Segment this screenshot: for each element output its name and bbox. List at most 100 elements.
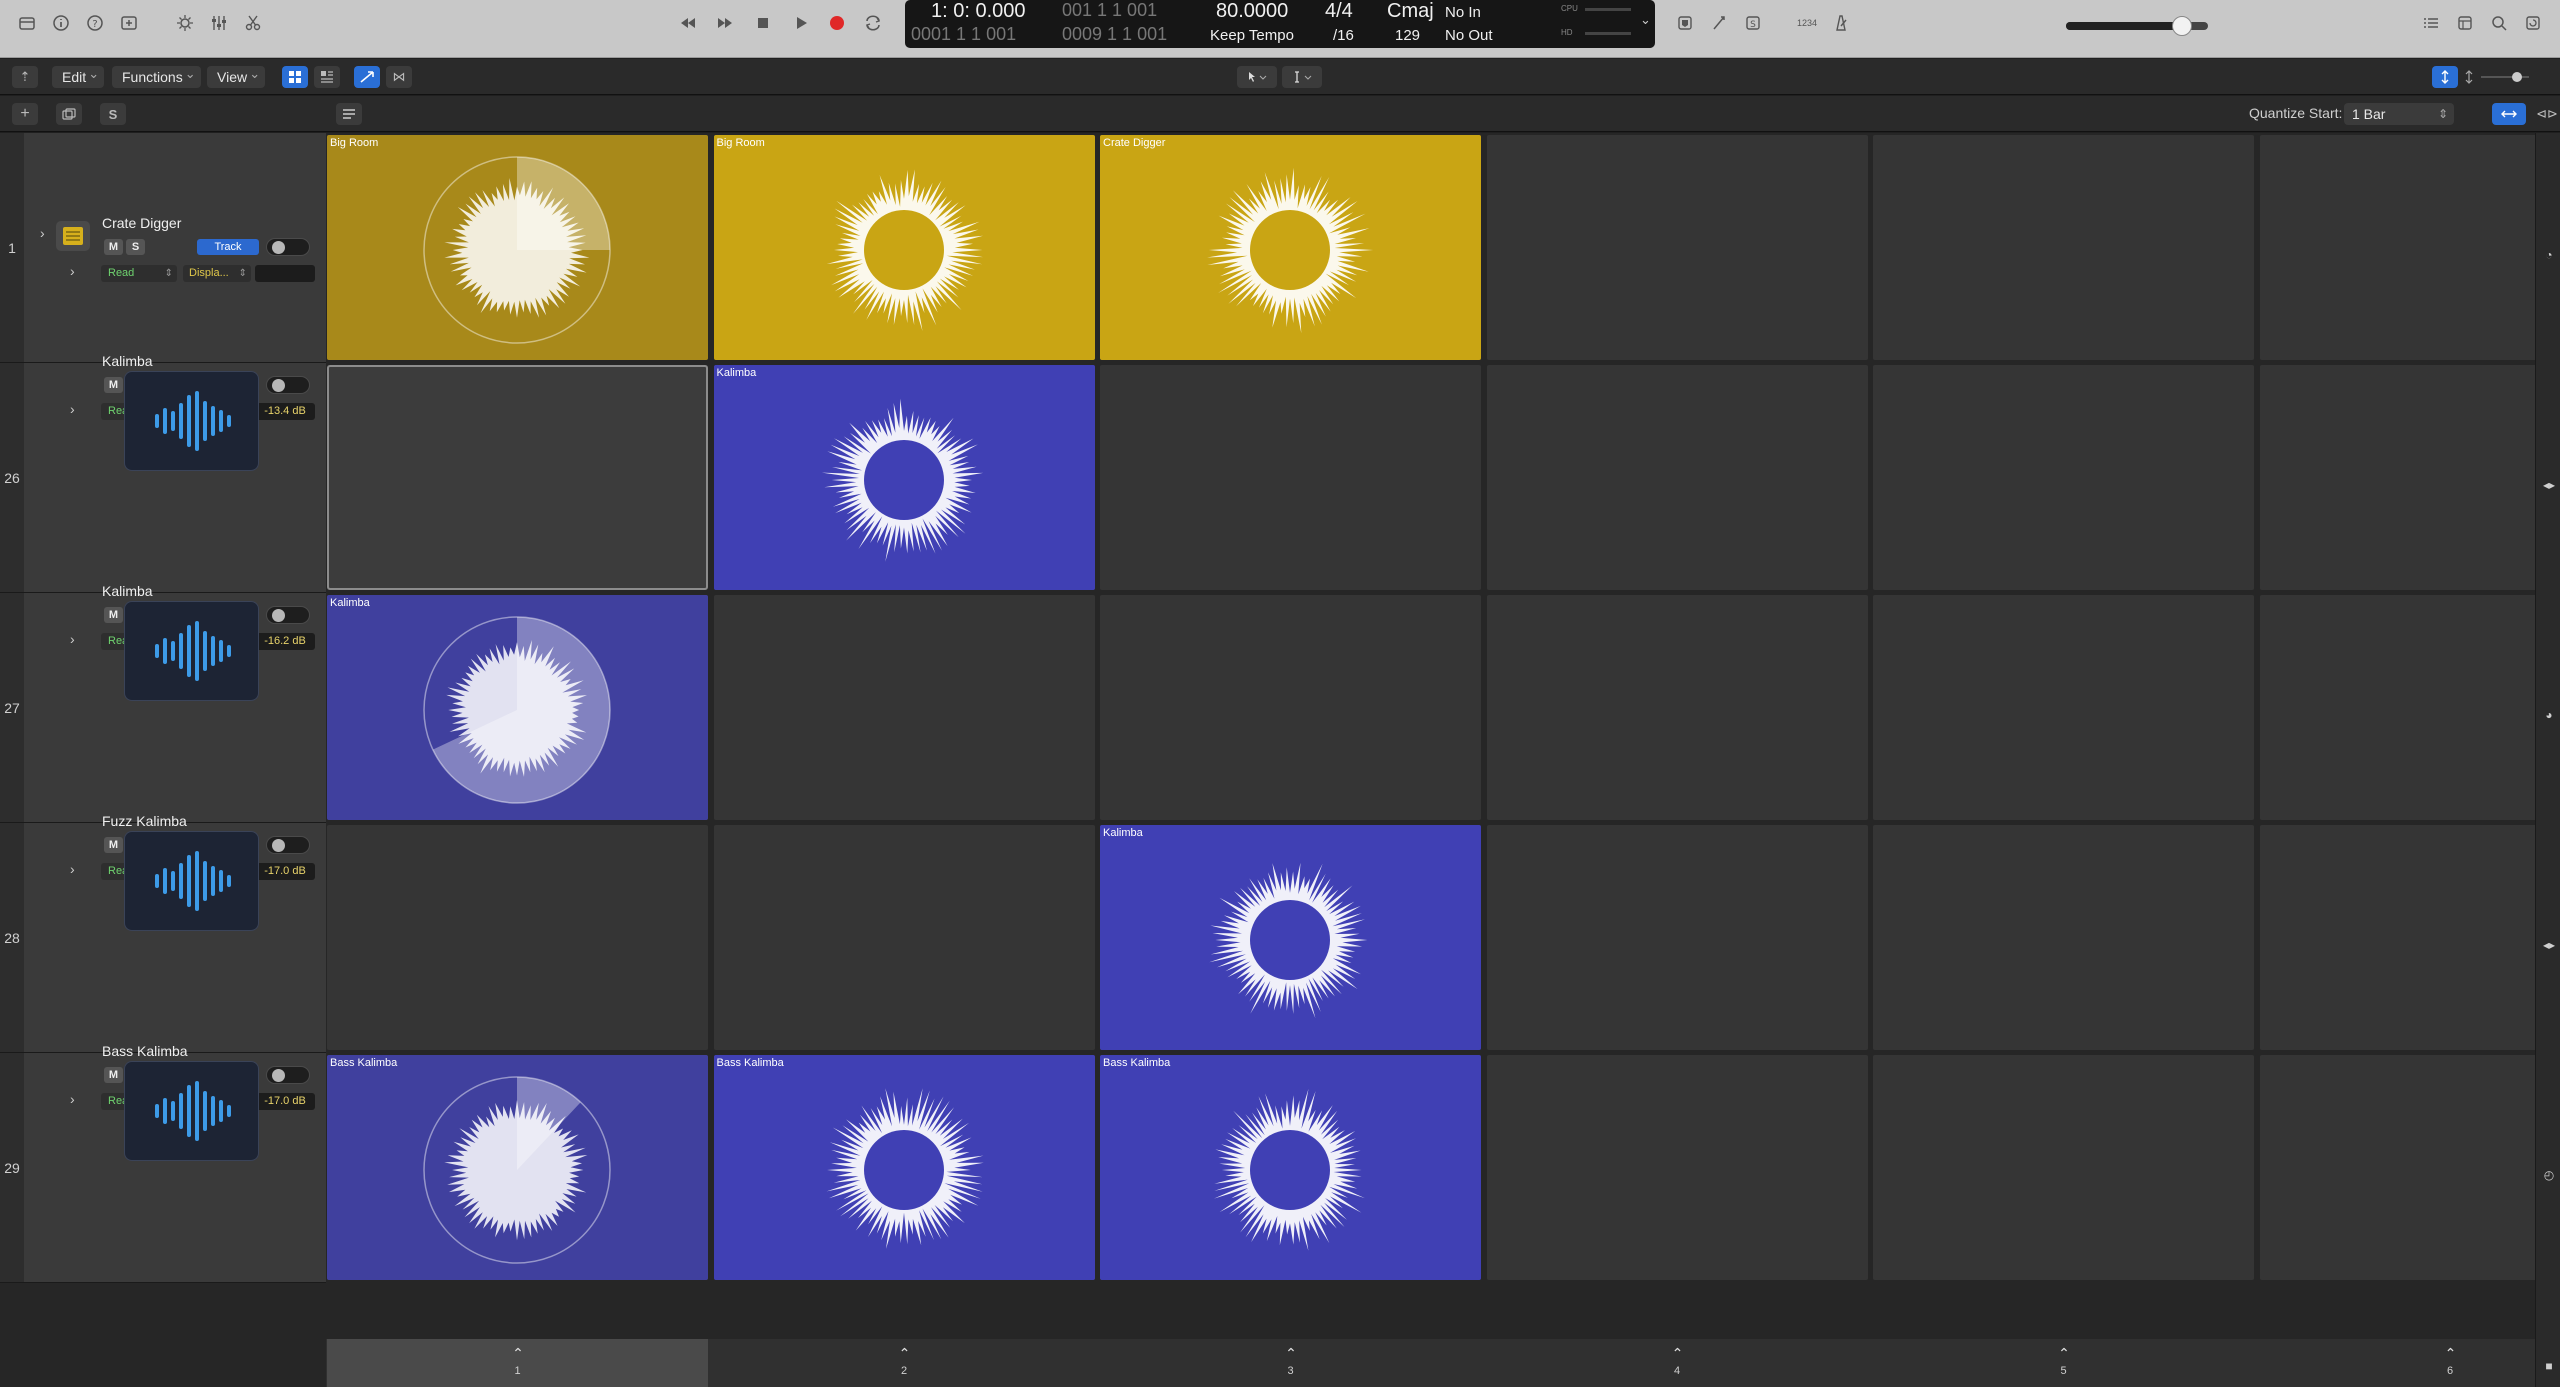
automation-chevron-icon[interactable]: › xyxy=(70,263,75,279)
track-on-toggle[interactable] xyxy=(266,836,310,854)
parameter-value[interactable] xyxy=(255,265,315,282)
grid-cell[interactable] xyxy=(2259,135,2538,360)
play-icon[interactable] xyxy=(786,12,816,34)
parameter-value[interactable]: -16.2 dB xyxy=(255,633,315,650)
parameter-value[interactable]: -17.0 dB xyxy=(255,863,315,880)
selected-empty-slot[interactable] xyxy=(327,365,708,590)
grid-cell[interactable] xyxy=(1873,365,2254,590)
solo-mode-icon[interactable]: S xyxy=(1740,12,1766,34)
clip-cell[interactable]: Big Room xyxy=(713,135,1095,360)
grid-cell[interactable] xyxy=(1486,825,1868,1050)
back-arrow-icon[interactable]: ⇡ xyxy=(12,66,38,88)
lcd-chevron-down-icon[interactable]: ⌄ xyxy=(1640,12,1651,28)
automation-chevron-icon[interactable]: › xyxy=(70,1091,75,1107)
track-stop-icon[interactable]: ◂▸ xyxy=(2542,478,2556,492)
grid-cell[interactable] xyxy=(713,825,1095,1050)
clip-cell[interactable]: Bass Kalimba xyxy=(327,1055,708,1280)
split-view-icon[interactable] xyxy=(314,66,340,88)
scene-trigger-chevron-up-icon[interactable]: ⌃ xyxy=(2443,1345,2459,1361)
mute-button[interactable]: M xyxy=(104,239,123,255)
automation-chevron-icon[interactable]: › xyxy=(70,401,75,417)
mute-button[interactable]: M xyxy=(104,1067,123,1083)
grid-cell[interactable] xyxy=(1873,135,2254,360)
mute-button[interactable]: M xyxy=(104,377,123,393)
track-on-toggle[interactable] xyxy=(266,238,310,256)
grid-view-icon[interactable] xyxy=(282,66,308,88)
flex-icon[interactable]: ⋈ xyxy=(386,66,412,88)
grid-cell[interactable] xyxy=(1486,365,1868,590)
functions-menu[interactable]: Functions xyxy=(112,63,201,88)
note-pad-icon[interactable] xyxy=(2452,12,2478,34)
grid-cell[interactable] xyxy=(1873,1055,2254,1280)
automation-chevron-icon[interactable]: › xyxy=(70,631,75,647)
grid-cell[interactable] xyxy=(1486,135,1868,360)
vertical-zoom-icon[interactable] xyxy=(2432,66,2458,88)
library-icon[interactable] xyxy=(14,12,40,34)
track-on-toggle[interactable] xyxy=(266,376,310,394)
browser-search-icon[interactable] xyxy=(2486,12,2512,34)
mute-button[interactable]: M xyxy=(104,837,123,853)
clip-cell[interactable]: Bass Kalimba xyxy=(1100,1055,1481,1280)
scene-trigger-chevron-up-icon[interactable]: ⌃ xyxy=(1283,1345,1299,1361)
grid-cell[interactable] xyxy=(1100,595,1481,820)
grid-cell[interactable] xyxy=(1486,1055,1868,1280)
duplicate-track-icon[interactable] xyxy=(56,103,82,125)
track-stop-icon[interactable]: ◴ xyxy=(2542,1168,2556,1182)
tuner-icon[interactable] xyxy=(1706,12,1732,34)
clip-cell[interactable]: Kalimba xyxy=(713,365,1095,590)
fast-forward-icon[interactable] xyxy=(710,12,740,34)
parameter-value[interactable]: -17.0 dB xyxy=(255,1093,315,1110)
grid-cell[interactable] xyxy=(1873,825,2254,1050)
grid-cell[interactable] xyxy=(2259,825,2538,1050)
scene-trigger[interactable]: ⌃ 2 xyxy=(714,1339,1095,1387)
list-editors-icon[interactable] xyxy=(1672,12,1698,34)
editors-scissors-icon[interactable] xyxy=(240,12,266,34)
pointer-tool-icon[interactable] xyxy=(1237,66,1277,88)
grid-cell[interactable] xyxy=(2259,1055,2538,1280)
toolbar-icon[interactable] xyxy=(116,12,142,34)
solo-button[interactable]: S xyxy=(126,239,145,255)
track-stop-icon[interactable]: ◕ xyxy=(2542,708,2556,722)
scene-trigger[interactable]: ⌃ 5 xyxy=(1873,1339,2254,1387)
grid-cell[interactable] xyxy=(327,825,708,1050)
catch-playhead-icon[interactable] xyxy=(354,66,380,88)
quick-help-icon[interactable]: ? xyxy=(82,12,108,34)
add-track-button[interactable]: + xyxy=(12,103,38,125)
stop-icon[interactable] xyxy=(748,12,778,34)
master-volume-knob[interactable] xyxy=(2172,16,2193,36)
scene-trigger[interactable]: ⌃ 1 xyxy=(327,1339,708,1387)
track-stop-icon[interactable]: ◔ xyxy=(2542,248,2556,262)
clip-cell[interactable]: Kalimba xyxy=(327,595,708,820)
cycle-icon[interactable] xyxy=(858,12,888,34)
lcd-display[interactable]: 1: 0: 0.000 0001 1 1 001 001 1 1 001 000… xyxy=(905,0,1655,48)
mixer-icon[interactable] xyxy=(206,12,232,34)
stop-all-icon[interactable]: ■ xyxy=(2542,1359,2556,1373)
automation-mode-select[interactable]: Read xyxy=(101,265,177,282)
track-on-toggle[interactable] xyxy=(266,1066,310,1084)
edit-menu[interactable]: Edit xyxy=(52,63,105,88)
grid-cell[interactable] xyxy=(1873,595,2254,820)
mute-button[interactable]: M xyxy=(104,607,123,623)
inspector-icon[interactable] xyxy=(48,12,74,34)
track-mode-button[interactable]: Track xyxy=(197,239,259,255)
clip-cell[interactable]: Bass Kalimba xyxy=(713,1055,1095,1280)
track-header[interactable]: 28Fuzz KalimbaMSRITrack›ReadVolume-17.0 … xyxy=(0,813,326,1053)
global-solo-button[interactable]: S xyxy=(100,103,126,125)
expand-chevron-icon[interactable]: › xyxy=(40,225,45,241)
metronome-icon[interactable] xyxy=(1828,12,1854,34)
grid-cell[interactable] xyxy=(1100,365,1481,590)
track-header[interactable]: 27KalimbaMSRITrack›ReadVolume-16.2 dB xyxy=(0,583,326,823)
track-header[interactable]: 29Bass KalimbaMSRITrack›ReadVolume-17.0 … xyxy=(0,1043,326,1283)
clip-cell[interactable]: Big Room xyxy=(327,135,708,360)
master-volume-slider[interactable] xyxy=(2066,16,2208,36)
scene-trigger-chevron-up-icon[interactable]: ⌃ xyxy=(1670,1345,1686,1361)
view-menu[interactable]: View xyxy=(207,63,266,88)
track-on-toggle[interactable] xyxy=(266,606,310,624)
count-in-button[interactable]: 1234 xyxy=(1790,12,1824,34)
grid-cell[interactable] xyxy=(1486,595,1868,820)
parameter-value[interactable]: -13.4 dB xyxy=(255,403,315,420)
track-name[interactable]: Fuzz Kalimba xyxy=(102,813,187,829)
rewind-icon[interactable] xyxy=(673,12,703,34)
clip-cell[interactable]: Crate Digger xyxy=(1100,135,1481,360)
scene-trigger-chevron-up-icon[interactable]: ⌃ xyxy=(510,1345,526,1361)
